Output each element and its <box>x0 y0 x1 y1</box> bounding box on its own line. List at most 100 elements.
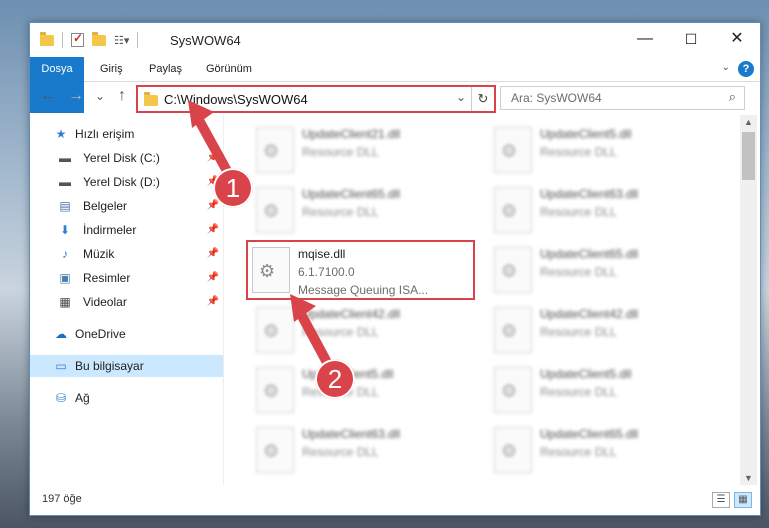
file-item[interactable]: UpdateClient5.dll Resource DLL <box>252 363 478 419</box>
dll-file-icon <box>256 427 294 473</box>
sidebar-item-this-pc[interactable]: ▭ Bu bilgisayar <box>30 355 223 377</box>
annotation-marker-2: 2 <box>315 359 355 399</box>
scroll-down-icon[interactable]: ▼ <box>740 473 757 483</box>
file-description: Resource DLL <box>540 145 617 159</box>
file-item[interactable]: UpdateClient42.dll Resource DLL <box>252 303 478 359</box>
quick-access-toolbar: ☷▾ <box>40 31 139 48</box>
address-bar[interactable]: C:\Windows\SysWOW64 ⌄ ↻ <box>136 85 496 113</box>
file-name: UpdateClient63.dll <box>302 427 401 441</box>
search-icon[interactable]: ⌕ <box>729 89 736 105</box>
sidebar-item-label: OneDrive <box>75 327 126 341</box>
highlight-box-file <box>246 240 475 300</box>
recent-locations-icon[interactable]: ⌄ <box>90 89 110 103</box>
pin-icon[interactable]: 📌 <box>207 267 219 289</box>
file-description: Resource DLL <box>302 325 379 339</box>
scroll-up-icon[interactable]: ▲ <box>740 117 757 127</box>
sidebar-item-music[interactable]: ♪ Müzik 📌 <box>30 243 223 265</box>
drive-icon: ▬ <box>59 151 71 165</box>
file-name: UpdateClient42.dll <box>302 307 401 321</box>
ribbon-tabs: Dosya Giriş Paylaş Görünüm ⌄ ? <box>30 57 760 113</box>
properties-icon[interactable] <box>71 31 84 47</box>
file-description: Resource DLL <box>540 265 617 279</box>
item-count: 197 öğe <box>42 493 82 505</box>
documents-icon: ▤ <box>59 199 71 213</box>
file-name: UpdateClient42.dll <box>540 307 639 321</box>
navigation-pane: ★ Hızlı erişim ▬ Yerel Disk (C:) 📌 ▬ Yer… <box>30 115 224 485</box>
file-item[interactable]: UpdateClient65.dll Resource DLL <box>490 423 716 479</box>
file-name: UpdateClient63.dll <box>540 187 639 201</box>
vertical-scrollbar[interactable]: ▲ ▼ <box>740 115 757 485</box>
file-description: Resource DLL <box>302 445 379 459</box>
tab-giris[interactable]: Giriş <box>92 57 131 81</box>
chevron-down-icon[interactable]: ⌄ <box>722 62 730 73</box>
dll-file-icon <box>494 307 532 353</box>
maximize-button[interactable]: ☐ <box>668 23 714 57</box>
minimize-button[interactable]: — <box>622 23 668 57</box>
address-path[interactable]: C:\Windows\SysWOW64 <box>164 92 308 107</box>
file-item[interactable]: UpdateClient42.dll Resource DLL <box>490 303 716 359</box>
file-description: Resource DLL <box>540 385 617 399</box>
search-input[interactable]: Ara: SysWOW64 ⌕ <box>500 86 745 110</box>
sidebar-item-pictures[interactable]: ▣ Resimler 📌 <box>30 267 223 289</box>
file-item[interactable]: UpdateClient65.dll Resource DLL <box>490 243 716 299</box>
file-name: UpdateClient5.dll <box>540 127 632 141</box>
forward-arrow-icon[interactable]: → <box>66 87 86 105</box>
pin-icon[interactable]: 📌 <box>207 147 219 169</box>
pin-icon[interactable]: 📌 <box>207 243 219 265</box>
dll-file-icon <box>256 367 294 413</box>
file-item[interactable]: UpdateClient65.dll Resource DLL <box>252 183 478 239</box>
large-icons-view-icon[interactable]: ▦ <box>734 492 752 508</box>
sidebar-item-downloads[interactable]: ⬇ İndirmeler 📌 <box>30 219 223 241</box>
close-button[interactable]: ✕ <box>714 23 760 57</box>
sidebar-item-label: Belgeler <box>83 199 128 213</box>
music-icon: ♪ <box>62 247 68 261</box>
pin-icon[interactable]: 📌 <box>207 291 219 313</box>
sidebar-item-onedrive[interactable]: ☁ OneDrive <box>30 323 223 345</box>
sidebar-item-documents[interactable]: ▤ Belgeler 📌 <box>30 195 223 217</box>
tab-paylas[interactable]: Paylaş <box>141 57 190 81</box>
chevron-down-icon[interactable]: ⌄ <box>456 90 466 104</box>
pin-icon[interactable]: 📌 <box>207 219 219 241</box>
sidebar-item-local-disk-d[interactable]: ▬ Yerel Disk (D:) 📌 <box>30 171 223 193</box>
search-placeholder: Ara: SysWOW64 <box>511 91 602 105</box>
computer-icon: ▭ <box>55 359 67 373</box>
dll-file-icon <box>494 187 532 233</box>
sidebar-item-videos[interactable]: ▦ Videolar 📌 <box>30 291 223 313</box>
up-arrow-icon[interactable]: ↑ <box>112 87 132 105</box>
customize-toolbar-icon[interactable]: ☷▾ <box>114 34 129 47</box>
toolbar-separator <box>137 32 139 48</box>
status-bar: 197 öğe ☰ ▦ <box>30 485 760 515</box>
help-icon[interactable]: ? <box>738 61 754 77</box>
download-icon: ⬇ <box>59 223 71 237</box>
sidebar-item-network[interactable]: ⛁ Ağ <box>30 387 223 409</box>
file-item[interactable]: UpdateClient5.dll Resource DLL <box>490 123 716 179</box>
dll-file-icon <box>494 427 532 473</box>
file-item[interactable]: UpdateClient63.dll Resource DLL <box>490 183 716 239</box>
file-item[interactable]: UpdateClient63.dll Resource DLL <box>252 423 478 479</box>
sidebar-item-quick-access[interactable]: ★ Hızlı erişim <box>30 123 223 145</box>
sidebar-item-label: Hızlı erişim <box>75 127 135 141</box>
file-item[interactable]: UpdateClient21.dll Resource DLL <box>252 123 478 179</box>
network-icon: ⛁ <box>55 391 67 405</box>
file-description: Resource DLL <box>540 445 617 459</box>
folder-icon[interactable] <box>40 31 54 46</box>
drive-icon: ▬ <box>59 175 71 189</box>
file-name: UpdateClient65.dll <box>540 427 639 441</box>
dll-file-icon <box>256 187 294 233</box>
sidebar-item-label: İndirmeler <box>83 223 137 237</box>
sidebar-item-label: Resimler <box>83 271 131 285</box>
file-item[interactable]: UpdateClient5.dll Resource DLL <box>490 363 716 419</box>
details-view-icon[interactable]: ☰ <box>712 492 730 508</box>
refresh-icon[interactable]: ↻ <box>471 87 494 111</box>
new-folder-icon[interactable] <box>92 31 106 46</box>
title-bar: ☷▾ SysWOW64 — ☐ ✕ <box>30 23 760 57</box>
file-name: UpdateClient65.dll <box>302 187 401 201</box>
dll-file-icon <box>494 247 532 293</box>
file-description: Resource DLL <box>302 205 379 219</box>
file-name: UpdateClient65.dll <box>540 247 639 261</box>
tab-gorunum[interactable]: Görünüm <box>198 57 260 81</box>
back-arrow-icon[interactable]: ← <box>38 87 58 105</box>
sidebar-item-local-disk-c[interactable]: ▬ Yerel Disk (C:) 📌 <box>30 147 223 169</box>
scrollbar-thumb[interactable] <box>742 132 755 180</box>
toolbar-separator <box>62 32 63 48</box>
